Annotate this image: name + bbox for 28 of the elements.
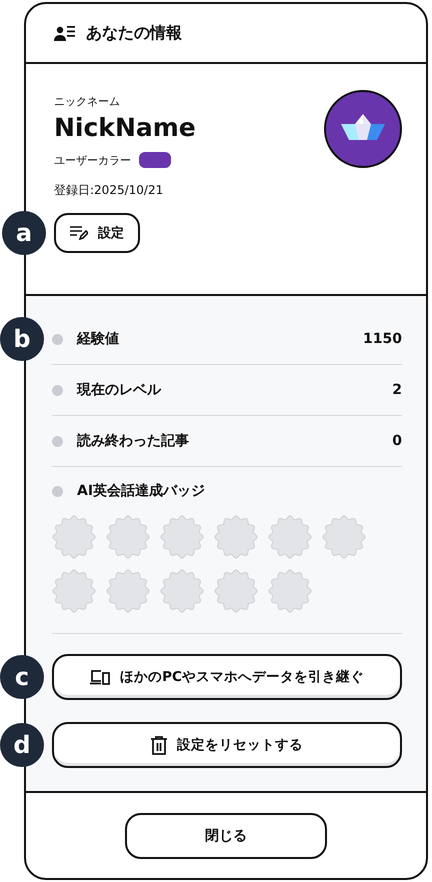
stat-value: 1150 (363, 331, 402, 347)
bullet-dot (52, 334, 63, 344)
user-color-label: ユーザーカラー (54, 152, 131, 168)
bullet-dot (52, 436, 63, 446)
stat-label: 経験値 (77, 330, 120, 348)
registration-date: 登録日:2025/10/21 (54, 182, 164, 199)
badges-label: AI英会話達成バッジ (77, 482, 206, 500)
settings-button[interactable]: 設定 (54, 213, 140, 253)
nickname-label: ニックネーム (54, 94, 120, 109)
bullet-dot (52, 384, 63, 396)
close-button[interactable]: 閉じる (125, 812, 327, 858)
callout-marker: a (2, 211, 46, 255)
callout-marker: d (0, 723, 44, 767)
dialog-title: あなたの情報 (86, 22, 182, 44)
bullet-dot (52, 486, 63, 496)
transfer-button[interactable]: ほかのPCやスマホへデータを引き継ぐ (52, 654, 402, 700)
callout-marker: b (0, 317, 44, 361)
devices-icon (90, 669, 110, 685)
stat-value: 0 (392, 433, 402, 449)
trash-icon (151, 736, 167, 754)
stat-value: 2 (392, 382, 402, 398)
user-list-icon (54, 25, 76, 41)
callout-marker: c (0, 655, 44, 699)
nickname: NickName (54, 113, 196, 142)
edit-list-icon (70, 226, 88, 240)
stat-label: 現在のレベル (77, 381, 162, 399)
reset-button[interactable]: 設定をリセットする (52, 722, 402, 768)
stat-label: 読み終わった記事 (77, 432, 190, 450)
